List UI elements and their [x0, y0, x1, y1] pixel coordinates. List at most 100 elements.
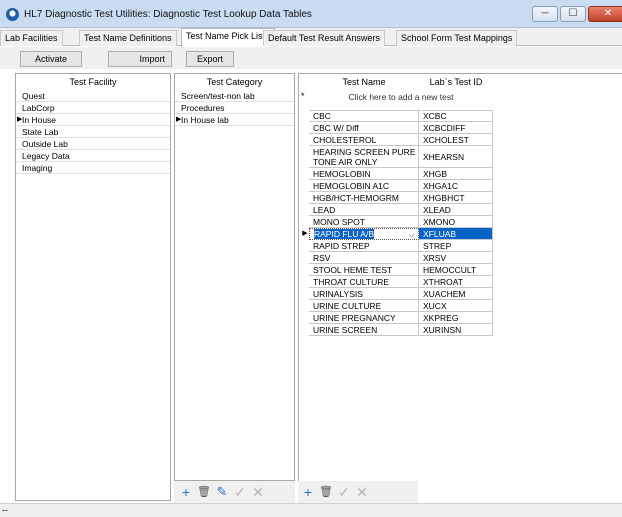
category-name: Procedures	[181, 103, 225, 113]
confirm-icon[interactable]: ✓	[232, 484, 248, 500]
test-name-text: CBC W/ Diff	[313, 122, 359, 133]
facility-name: Imaging	[22, 163, 53, 173]
test-name-text: URINE SCREEN	[313, 324, 378, 335]
lab-test-id-cell[interactable]: XHGB	[419, 168, 493, 180]
delete-test-icon[interactable]: 🗑	[318, 484, 334, 500]
test-name-cell[interactable]: URINE SCREEN	[309, 324, 419, 336]
lab-test-id-text: XUCX	[423, 300, 447, 311]
test-name-cell[interactable]: HEMOGLOBIN	[309, 168, 419, 180]
import-button[interactable]: Import	[108, 51, 172, 67]
category-list-item[interactable]: Screen/test-non lab	[175, 90, 294, 102]
tab-test-name-definitions[interactable]: Test Name Definitions	[79, 30, 177, 46]
lab-test-id-text: XHGA1C	[423, 180, 458, 191]
test-name-text: CBC	[313, 111, 331, 121]
test-name-text: RAPID FLU A/B	[314, 229, 374, 239]
lab-test-id-cell[interactable]: XUCX	[419, 300, 493, 312]
test-name-cell[interactable]: URINE PREGNANCY	[309, 312, 419, 324]
test-name-cell[interactable]: CHOLESTEROL	[309, 134, 419, 146]
lab-test-id-text: XHGBHCT	[423, 192, 465, 203]
facility-list-item[interactable]: Outside Lab	[16, 138, 170, 150]
lab-test-id-text: XFLUAB	[423, 228, 457, 239]
lab-test-id-text: XURINSN	[423, 324, 462, 335]
tab-school-form-test-mappings[interactable]: School Form Test Mappings	[396, 30, 518, 46]
cancel-icon[interactable]: ✕	[250, 484, 266, 500]
new-row-marker: *	[301, 91, 305, 101]
lab-test-id-cell[interactable]: XFLUAB	[419, 228, 493, 240]
test-name-column-header: Test Name	[342, 77, 386, 87]
test-name-cell[interactable]: CBC	[309, 110, 419, 122]
lab-test-id-cell[interactable]: STREP	[419, 240, 493, 252]
lab-test-id-cell[interactable]: XCBCDIFF	[419, 122, 493, 134]
lab-test-id-cell[interactable]: XHEARSN	[419, 146, 493, 168]
facility-list-item[interactable]: State Lab	[16, 126, 170, 138]
facility-name: State Lab	[22, 127, 59, 137]
tab-lab-facilities[interactable]: Lab Facilities	[0, 30, 63, 46]
lab-test-id-cell[interactable]: XCHOLEST	[419, 134, 493, 146]
facility-list-item[interactable]: Quest	[16, 90, 170, 102]
row-marker-icon: ▶	[176, 116, 182, 123]
lab-test-id-cell[interactable]: XHGA1C	[419, 180, 493, 192]
category-list-item[interactable]: Procedures	[175, 102, 294, 114]
category-list-item[interactable]: ▶ In House lab	[175, 114, 294, 126]
test-category-panel: Test Category Screen/test-non lab Procedu…	[174, 73, 295, 481]
delete-icon[interactable]: 🗑	[196, 484, 212, 500]
lab-test-id-text: HEMOCCULT	[423, 264, 477, 275]
test-name-cell[interactable]: HEMOGLOBIN A1C	[309, 180, 419, 192]
tab-test-name-pick-lists[interactable]: Test Name Pick Lists	[181, 28, 275, 47]
facility-list-item[interactable]: LabCorp	[16, 102, 170, 114]
test-name-cell[interactable]: RAPID FLU A/B ⌵	[309, 228, 419, 240]
confirm-test-icon[interactable]: ✓	[336, 484, 352, 500]
lab-test-id-cell[interactable]: XHGBHCT	[419, 192, 493, 204]
edit-icon[interactable]: ✎	[214, 484, 230, 500]
lab-test-id-text: XHEARSN	[423, 151, 465, 162]
lab-test-id-cell[interactable]: XURINSN	[419, 324, 493, 336]
lab-test-id-text: XLEAD	[423, 204, 451, 215]
lab-test-id-cell[interactable]: XKPREG	[419, 312, 493, 324]
close-button[interactable]: ✕	[588, 6, 622, 22]
test-name-cell[interactable]: URINE CULTURE	[309, 300, 419, 312]
lab-test-id-cell[interactable]: HEMOCCULT	[419, 264, 493, 276]
lab-test-id-cell[interactable]: XMONO	[419, 216, 493, 228]
lab-test-id-cell[interactable]: XCBC	[419, 110, 493, 122]
test-name-cell[interactable]: LEAD	[309, 204, 419, 216]
row-marker-icon: ▶	[17, 116, 23, 123]
lab-test-id-text: XCBC	[423, 111, 447, 121]
test-name-cell[interactable]: MONO SPOT	[309, 216, 419, 228]
facility-name: Quest	[22, 91, 45, 101]
test-name-cell[interactable]: URINALYSIS	[309, 288, 419, 300]
lab-test-id-cell[interactable]: XRSV	[419, 252, 493, 264]
lab-test-id-cell[interactable]: XUACHEM	[419, 288, 493, 300]
test-name-cell[interactable]: RSV	[309, 252, 419, 264]
maximize-button[interactable]: ☐	[560, 6, 586, 22]
add-test-icon[interactable]: +	[300, 484, 316, 500]
tab-default-test-result-answers[interactable]: Default Test Result Answers	[263, 30, 385, 46]
facility-name: In House	[22, 115, 57, 125]
test-name-text: URINE CULTURE	[313, 300, 382, 311]
facility-list-item[interactable]: ▶ In House	[16, 114, 170, 126]
test-name-cell[interactable]: HGB/HCT-HEMOGRM	[309, 192, 419, 204]
test-name-text: HEMOGLOBIN	[313, 168, 371, 179]
test-name-cell[interactable]: THROAT CULTURE	[309, 276, 419, 288]
test-name-text: RSV	[313, 252, 331, 263]
lab-test-id-column-header: Lab`s Test ID	[429, 77, 483, 87]
export-button[interactable]: Export	[186, 51, 234, 67]
dropdown-arrow-icon[interactable]: ⌵	[409, 229, 415, 239]
test-name-cell[interactable]: HEARING SCREEN PURE TONE AIR ONLY	[309, 146, 419, 168]
minimize-button[interactable]: ─	[532, 6, 558, 22]
test-name-cell[interactable]: RAPID STREP	[309, 240, 419, 252]
category-name: Screen/test-non lab	[181, 91, 255, 101]
lab-test-id-cell[interactable]: XTHROAT	[419, 276, 493, 288]
activate-button[interactable]: Activate	[20, 51, 82, 67]
lab-test-id-cell[interactable]: XLEAD	[419, 204, 493, 216]
lab-test-id-text: XCHOLEST	[423, 134, 469, 145]
test-name-text: HGB/HCT-HEMOGRM	[313, 192, 399, 203]
facility-name: Outside Lab	[22, 139, 68, 149]
cancel-test-icon[interactable]: ✕	[354, 484, 370, 500]
facility-list-item[interactable]: Imaging	[16, 162, 170, 174]
add-icon[interactable]: +	[178, 484, 194, 500]
test-name-cell[interactable]: CBC W/ Diff	[309, 122, 419, 134]
add-new-test-row[interactable]: Click here to add a new test	[309, 90, 493, 104]
facility-list-item[interactable]: Legacy Data	[16, 150, 170, 162]
test-name-cell[interactable]: STOOL HEME TEST	[309, 264, 419, 276]
lab-test-id-text: STREP	[423, 240, 452, 251]
